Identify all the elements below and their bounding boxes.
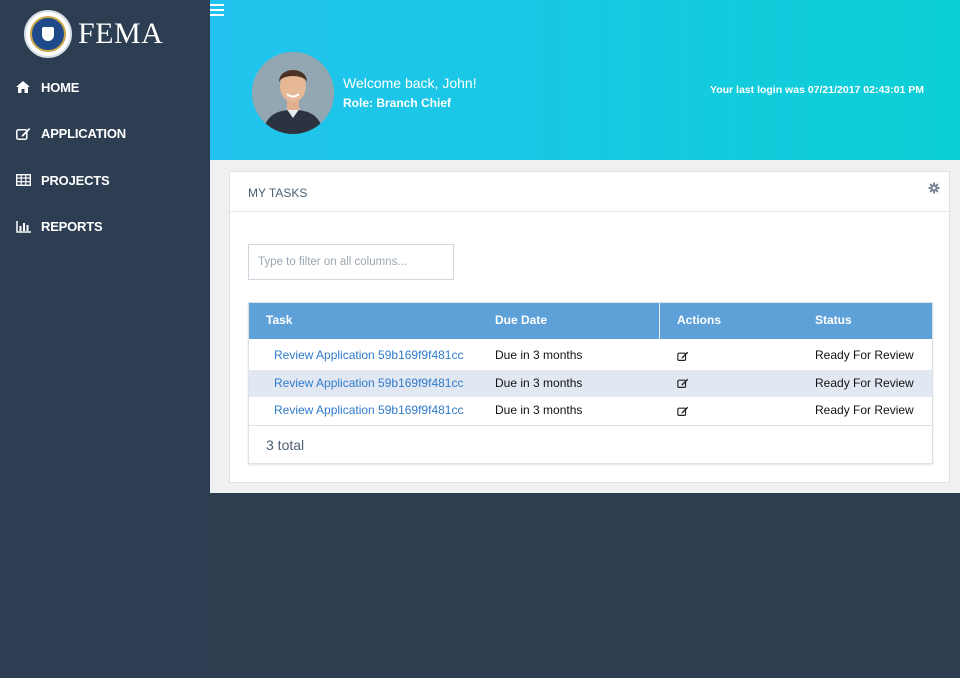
column-resize-handle[interactable]	[659, 303, 660, 339]
column-header-status[interactable]: Status	[815, 303, 852, 339]
total-count: 3 total	[266, 437, 305, 453]
column-header-actions[interactable]: Actions	[677, 303, 721, 339]
due-date-cell: Due in 3 months	[495, 348, 583, 362]
dhs-seal-icon	[24, 10, 72, 58]
task-link[interactable]: Review Application 59b169f9f481cc	[274, 370, 477, 398]
sidebar-item-projects[interactable]: PROJECTS	[0, 157, 210, 204]
sidebar-item-label: HOME	[41, 79, 80, 95]
sidebar-item-application[interactable]: APPLICATION	[0, 111, 210, 158]
brand-name: FEMA	[78, 17, 164, 50]
panel-header: MY TASKS	[230, 172, 949, 212]
sidebar-item-label: REPORTS	[41, 219, 103, 235]
user-role: Role: Branch Chief	[343, 96, 452, 110]
sidebar-item-label: APPLICATION	[41, 126, 126, 142]
panel-title: MY TASKS	[248, 186, 308, 200]
due-date-cell: Due in 3 months	[495, 375, 583, 390]
edit-icon[interactable]	[677, 370, 693, 398]
welcome-header: Welcome back, John! Role: Branch Chief Y…	[210, 0, 960, 160]
table-row: Review Application 59b169f9f481cc Due in…	[249, 397, 932, 425]
welcome-message: Welcome back, John!	[343, 75, 477, 91]
task-link[interactable]: Review Application 59b169f9f481cc	[274, 397, 477, 425]
edit-icon[interactable]	[677, 397, 693, 425]
table-footer: 3 total	[249, 425, 932, 463]
column-header-task[interactable]: Task	[266, 303, 292, 339]
status-cell: Ready For Review	[815, 348, 914, 362]
table-icon	[14, 173, 32, 187]
fema-logo[interactable]: FEMA	[24, 10, 163, 58]
sidebar-item-label: PROJECTS	[41, 172, 110, 188]
sidebar-item-home[interactable]: HOME	[0, 64, 210, 111]
gear-icon[interactable]	[927, 181, 941, 195]
edit-icon	[14, 127, 32, 141]
sidebar-item-reports[interactable]: REPORTS	[0, 204, 210, 251]
status-cell: Ready For Review	[815, 375, 914, 390]
edit-icon[interactable]	[677, 342, 693, 370]
status-cell: Ready For Review	[815, 403, 914, 417]
my-tasks-panel: MY TASKS Type to filter on all columns..…	[229, 171, 950, 483]
sidebar: FEMA HOME APPLICATION PROJECTS REPORTS	[0, 0, 210, 678]
table-header: Task Due Date Actions Status	[249, 303, 932, 339]
sidebar-nav: HOME APPLICATION PROJECTS REPORTS	[0, 64, 210, 250]
main-content: MY TASKS Type to filter on all columns..…	[210, 160, 960, 493]
home-icon	[14, 80, 32, 94]
avatar	[252, 52, 334, 134]
bar-chart-icon	[14, 220, 32, 234]
due-date-cell: Due in 3 months	[495, 403, 583, 417]
last-login-text: Your last login was 07/21/2017 02:43:01 …	[710, 84, 924, 96]
column-header-due-date[interactable]: Due Date	[495, 303, 547, 339]
tasks-table: Task Due Date Actions Status Review Appl…	[248, 302, 933, 464]
task-link[interactable]: Review Application 59b169f9f481cc	[274, 342, 477, 370]
filter-input[interactable]	[248, 244, 454, 280]
table-row: Review Application 59b169f9f481cc Due in…	[249, 342, 932, 370]
table-row: Review Application 59b169f9f481cc Due in…	[249, 369, 932, 398]
menu-toggle-icon[interactable]	[210, 4, 224, 16]
